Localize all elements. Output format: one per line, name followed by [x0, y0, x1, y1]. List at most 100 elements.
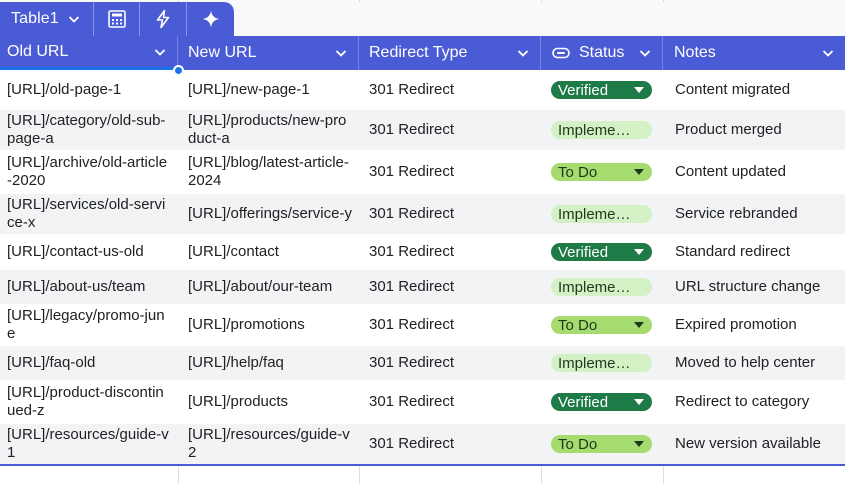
- redirect-type-cell[interactable]: 301 Redirect: [359, 243, 541, 261]
- table-row[interactable]: [URL]/archive/old-article-2020 [URL]/blo…: [0, 150, 845, 194]
- status-cell[interactable]: Impleme…: [541, 205, 663, 223]
- table-row[interactable]: [URL]/faq-old [URL]/help/faq 301 Redirec…: [0, 346, 845, 380]
- notes-cell[interactable]: Moved to help center: [663, 354, 845, 372]
- new-url-cell[interactable]: [URL]/promotions: [178, 316, 359, 334]
- new-url-cell[interactable]: [URL]/blog/latest-article-2024: [178, 154, 359, 190]
- old-url-cell[interactable]: [URL]/product-discontinued-z: [0, 384, 178, 420]
- notes-cell[interactable]: Content updated: [663, 163, 845, 181]
- status-chip[interactable]: Verified: [551, 243, 652, 261]
- status-chip[interactable]: Impleme…: [551, 205, 652, 223]
- new-url-cell[interactable]: [URL]/products: [178, 393, 359, 411]
- notes-cell[interactable]: Product merged: [663, 121, 845, 139]
- redirect-type-cell[interactable]: 301 Redirect: [359, 316, 541, 334]
- notes-cell[interactable]: Redirect to category: [663, 393, 845, 411]
- ai-sparkle-button[interactable]: [187, 2, 234, 36]
- notes-cell[interactable]: Content migrated: [663, 81, 845, 99]
- status-cell[interactable]: Verified: [541, 81, 663, 99]
- column-header-old-url[interactable]: Old URL: [0, 36, 178, 70]
- old-url-cell[interactable]: [URL]/legacy/promo-june: [0, 307, 178, 343]
- status-label: Impleme…: [558, 205, 631, 223]
- old-url-cell[interactable]: [URL]/old-page-1: [0, 81, 178, 99]
- old-url-cell[interactable]: [URL]/services/old-service-x: [0, 196, 178, 232]
- new-url-cell[interactable]: [URL]/offerings/service-y: [178, 205, 359, 223]
- redirect-type-cell[interactable]: 301 Redirect: [359, 205, 541, 223]
- chevron-down-icon[interactable]: [516, 46, 530, 60]
- new-url-cell[interactable]: [URL]/contact: [178, 243, 359, 261]
- status-chip[interactable]: Verified: [551, 81, 652, 99]
- automation-button[interactable]: [140, 2, 188, 36]
- table-row[interactable]: [URL]/contact-us-old [URL]/contact 301 R…: [0, 234, 845, 270]
- new-url-cell[interactable]: [URL]/help/faq: [178, 354, 359, 372]
- status-chip[interactable]: Impleme…: [551, 121, 652, 139]
- column-header-status[interactable]: Status: [541, 36, 663, 70]
- grid-line: [663, 466, 664, 484]
- caret-down-icon: [634, 249, 644, 255]
- chevron-down-icon[interactable]: [334, 46, 348, 60]
- table-footer: [0, 466, 845, 484]
- column-resize-handle[interactable]: [173, 65, 184, 76]
- new-url-cell[interactable]: [URL]/products/new-product-a: [178, 112, 359, 148]
- old-url-cell[interactable]: [URL]/category/old-sub-page-a: [0, 112, 178, 148]
- redirect-type-cell[interactable]: 301 Redirect: [359, 121, 541, 139]
- status-cell[interactable]: Verified: [541, 393, 663, 411]
- status-chip[interactable]: Verified: [551, 393, 652, 411]
- status-cell[interactable]: Impleme…: [541, 354, 663, 372]
- grid-line: [663, 0, 664, 2]
- status-chip[interactable]: Impleme…: [551, 278, 652, 296]
- status-cell[interactable]: Impleme…: [541, 278, 663, 296]
- old-url-cell[interactable]: [URL]/contact-us-old: [0, 243, 178, 261]
- status-cell[interactable]: To Do: [541, 163, 663, 181]
- column-header-new-url[interactable]: New URL: [178, 36, 359, 70]
- chevron-down-icon[interactable]: [821, 46, 835, 60]
- notes-cell[interactable]: URL structure change: [663, 278, 845, 296]
- old-url-cell[interactable]: [URL]/resources/guide-v1: [0, 426, 178, 462]
- redirect-type-cell[interactable]: 301 Redirect: [359, 81, 541, 99]
- table-row[interactable]: [URL]/old-page-1 [URL]/new-page-1 301 Re…: [0, 70, 845, 110]
- new-url-cell[interactable]: [URL]/resources/guide-v2: [178, 426, 359, 462]
- new-url-cell[interactable]: [URL]/about/our-team: [178, 278, 359, 296]
- status-cell[interactable]: Impleme…: [541, 121, 663, 139]
- old-url-cell[interactable]: [URL]/faq-old: [0, 354, 178, 372]
- column-header-redirect-type[interactable]: Redirect Type: [359, 36, 541, 70]
- redirect-type-cell[interactable]: 301 Redirect: [359, 163, 541, 181]
- status-chip[interactable]: To Do: [551, 316, 652, 334]
- status-cell[interactable]: To Do: [541, 316, 663, 334]
- redirect-type-cell[interactable]: 301 Redirect: [359, 354, 541, 372]
- notes-cell[interactable]: Expired promotion: [663, 316, 845, 334]
- sparkle-icon: [202, 10, 220, 28]
- status-cell[interactable]: To Do: [541, 435, 663, 453]
- status-label: To Do: [558, 316, 598, 334]
- grid-line: [541, 0, 542, 2]
- status-chip[interactable]: To Do: [551, 163, 652, 181]
- table-row[interactable]: [URL]/resources/guide-v1 [URL]/resources…: [0, 424, 845, 464]
- table-row[interactable]: [URL]/services/old-service-x [URL]/offer…: [0, 194, 845, 234]
- new-url-cell[interactable]: [URL]/new-page-1: [178, 81, 359, 99]
- redirect-type-cell[interactable]: 301 Redirect: [359, 435, 541, 453]
- status-chip[interactable]: To Do: [551, 435, 652, 453]
- old-url-cell[interactable]: [URL]/about-us/team: [0, 278, 178, 296]
- column-header-notes[interactable]: Notes: [663, 36, 845, 70]
- chevron-down-icon[interactable]: [638, 46, 652, 60]
- status-label: Verified: [558, 243, 609, 261]
- column-header-label: Old URL: [7, 42, 69, 60]
- table-row[interactable]: [URL]/about-us/team [URL]/about/our-team…: [0, 270, 845, 304]
- status-cell[interactable]: Verified: [541, 243, 663, 261]
- status-chip[interactable]: Impleme…: [551, 354, 652, 372]
- calculator-icon: [107, 10, 126, 28]
- calculator-button[interactable]: [94, 2, 141, 36]
- notes-cell[interactable]: Standard redirect: [663, 243, 845, 261]
- redirect-type-cell[interactable]: 301 Redirect: [359, 278, 541, 296]
- table-row[interactable]: [URL]/legacy/promo-june [URL]/promotions…: [0, 304, 845, 346]
- notes-cell[interactable]: Service rebranded: [663, 205, 845, 223]
- table-name-dropdown[interactable]: Table1: [0, 2, 94, 36]
- caret-down-icon: [634, 87, 644, 93]
- status-label: To Do: [558, 435, 598, 453]
- table-row[interactable]: [URL]/product-discontinued-z [URL]/produ…: [0, 380, 845, 424]
- redirect-type-cell[interactable]: 301 Redirect: [359, 393, 541, 411]
- notes-cell[interactable]: New version available: [663, 435, 845, 453]
- old-url-cell[interactable]: [URL]/archive/old-article-2020: [0, 154, 178, 190]
- toggle-icon: [552, 47, 570, 59]
- grid-line: [359, 466, 360, 484]
- chevron-down-icon[interactable]: [153, 45, 167, 59]
- table-row[interactable]: [URL]/category/old-sub-page-a [URL]/prod…: [0, 110, 845, 150]
